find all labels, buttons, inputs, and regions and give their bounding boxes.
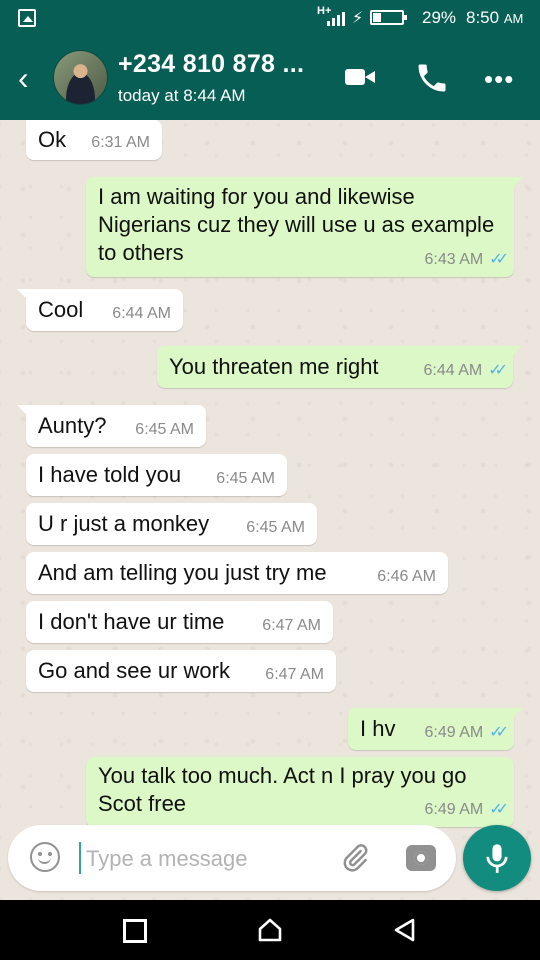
text-cursor (79, 842, 81, 874)
back-arrow-icon[interactable]: ‹ (18, 62, 29, 94)
message-time: 6:47 AM (265, 666, 324, 683)
home-icon[interactable] (257, 917, 283, 943)
gallery-icon (18, 9, 36, 27)
message-incoming[interactable]: Ok 6:31 AM (26, 120, 162, 160)
recents-icon[interactable] (123, 919, 147, 943)
camera-icon[interactable] (406, 845, 436, 871)
message-time: 6:46 AM (377, 568, 436, 585)
message-time: 6:45 AM (135, 421, 194, 438)
message-time: 6:44 AM (112, 305, 171, 322)
mic-button[interactable] (463, 825, 531, 891)
status-bar: H+ ⚡ 29% 8:50 AM (0, 0, 540, 36)
message-text: You threaten me right (169, 354, 379, 379)
mic-icon (486, 844, 508, 873)
message-text: I have told you (38, 462, 182, 487)
message-time: 6:45 AM (246, 519, 305, 536)
message-text: Go and see ur work (38, 658, 230, 683)
emoji-icon[interactable] (30, 842, 60, 872)
read-ticks-icon: ✓✓ (488, 362, 508, 379)
message-text: Aunty? (38, 413, 107, 438)
message-text: U r just a monkey (38, 511, 210, 536)
message-time: 6:31 AM (91, 134, 150, 151)
message-composer (8, 825, 456, 891)
message-incoming[interactable]: And am telling you just try me 6:46 AM (26, 552, 448, 594)
phone-call-icon[interactable] (414, 60, 450, 96)
read-ticks-icon: ✓✓ (489, 801, 509, 818)
message-text: I hv (360, 716, 396, 741)
message-outgoing[interactable]: You talk too much. Act n I pray you go S… (86, 757, 514, 827)
message-text: I don't have ur time (38, 609, 225, 634)
more-options-icon[interactable]: ••• (484, 64, 514, 95)
message-outgoing[interactable]: I hv 6:49 AM ✓✓ (348, 708, 523, 750)
avatar[interactable] (53, 50, 108, 105)
navigation-bar (0, 900, 540, 960)
chat-header: ‹ +234 810 878 ... today at 8:44 AM ••• (0, 36, 540, 120)
message-outgoing[interactable]: You threaten me right 6:44 AM ✓✓ (157, 346, 522, 388)
message-text: Ok (38, 127, 67, 152)
message-time: 6:49 AM ✓✓ (424, 724, 509, 741)
message-incoming[interactable]: I don't have ur time 6:47 AM (26, 601, 333, 643)
chat-area[interactable]: Ok 6:31 AM I am waiting for you and like… (0, 120, 540, 900)
message-time: 6:43 AM ✓✓ (424, 251, 509, 268)
message-incoming[interactable]: Go and see ur work 6:47 AM (26, 650, 336, 692)
message-time: 6:49 AM ✓✓ (424, 801, 509, 818)
message-text: You talk too much. Act n I pray you go S… (98, 763, 467, 816)
signal-icon (327, 12, 345, 26)
message-time: 6:44 AM ✓✓ (423, 362, 508, 379)
read-ticks-icon: ✓✓ (489, 724, 509, 741)
message-incoming[interactable]: U r just a monkey 6:45 AM (26, 503, 317, 545)
charging-icon: ⚡ (352, 10, 364, 27)
attach-icon[interactable] (338, 843, 372, 873)
message-text: And am telling you just try me (38, 560, 327, 585)
message-incoming[interactable]: Aunty? 6:45 AM (17, 405, 206, 447)
back-nav-icon[interactable] (392, 917, 418, 943)
message-time: 6:45 AM (216, 470, 275, 487)
read-ticks-icon: ✓✓ (489, 251, 509, 268)
clock: 8:50 AM (466, 8, 524, 27)
message-incoming[interactable]: Cool 6:44 AM (17, 289, 183, 331)
battery-icon (370, 10, 407, 25)
contact-name[interactable]: +234 810 878 ... (118, 50, 304, 79)
message-input[interactable] (84, 839, 328, 879)
video-call-icon[interactable] (345, 69, 375, 85)
message-outgoing[interactable]: I am waiting for you and likewise Nigeri… (86, 177, 523, 277)
battery-percent: 29% (422, 8, 457, 27)
message-text: Cool (38, 297, 84, 322)
last-seen: today at 8:44 AM (118, 86, 246, 105)
message-time: 6:47 AM (262, 617, 321, 634)
message-incoming[interactable]: I have told you 6:45 AM (26, 454, 287, 496)
